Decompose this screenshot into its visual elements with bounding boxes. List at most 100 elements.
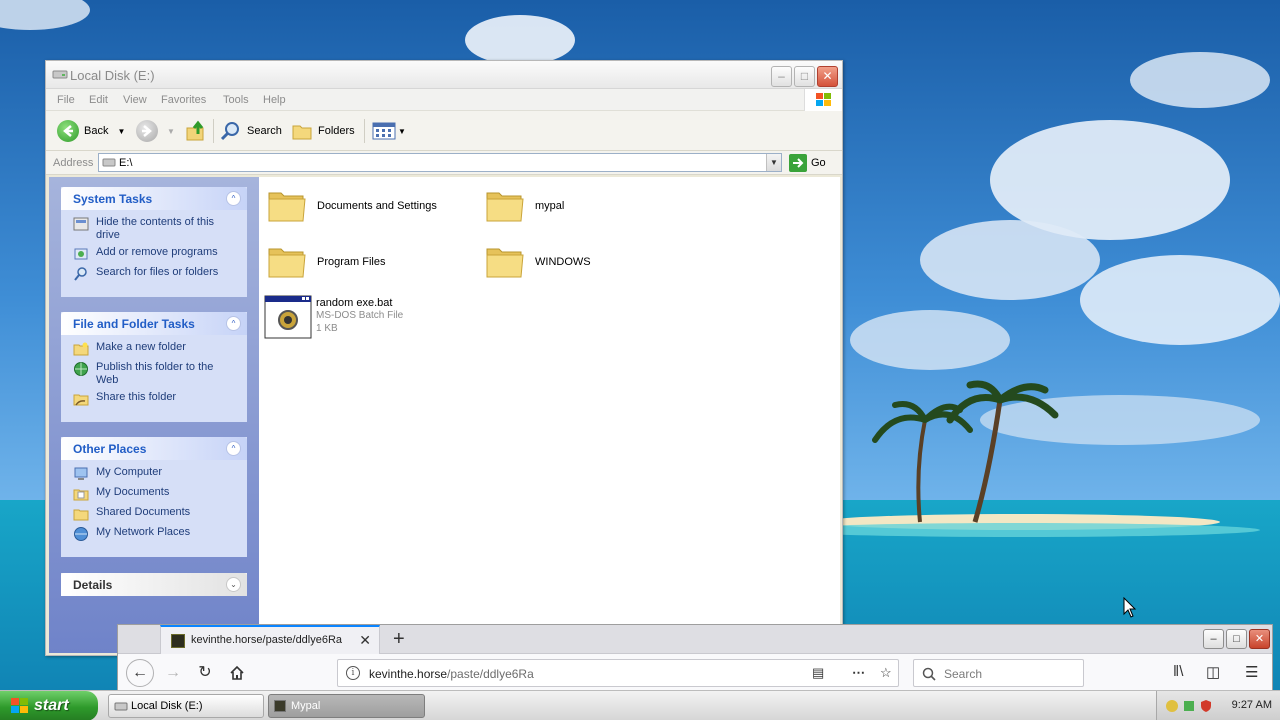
details-title: Details [73, 578, 113, 592]
file-item[interactable]: random exe.bat MS-DOS Batch File 1 KB [264, 295, 403, 339]
collapse-chevron-icon[interactable]: ^ [226, 316, 241, 331]
explorer-titlebar[interactable]: Local Disk (E:) – □ ✕ [46, 61, 842, 89]
up-folder-button[interactable] [185, 119, 207, 143]
folder-item[interactable]: Documents and Settings [267, 187, 437, 225]
my-documents-icon [73, 489, 89, 501]
folder-item[interactable]: Program Files [267, 243, 385, 281]
go-button[interactable]: Go [789, 154, 826, 172]
views-button[interactable]: ▼ [372, 119, 406, 143]
folder-icon [486, 248, 524, 278]
site-info-icon[interactable]: i [346, 666, 360, 680]
back-button[interactable]: Back ▼ [57, 119, 125, 143]
menu-view[interactable]: View [123, 94, 147, 106]
go-label: Go [811, 157, 826, 169]
task-pane: System Tasks ^ Hide the contents of this… [49, 177, 259, 653]
reader-view-icon[interactable]: ▤ [812, 665, 824, 681]
batch-file-icon [264, 295, 312, 339]
start-label: start [34, 697, 69, 714]
folder-item[interactable]: WINDOWS [485, 243, 591, 281]
details-header[interactable]: Details ⌄ [61, 573, 247, 596]
forward-dropdown-icon: ▼ [167, 126, 175, 136]
task-share-folder[interactable]: Share this folder [73, 391, 239, 407]
new-tab-button[interactable]: + [393, 628, 405, 651]
security-shield-icon[interactable] [1199, 699, 1213, 713]
forward-button[interactable]: → [161, 661, 185, 685]
task-hide-drive-contents[interactable]: Hide the contents of this drive [73, 216, 239, 242]
tab-close-icon[interactable]: ✕ [359, 632, 371, 649]
search-input[interactable]: Search [913, 659, 1084, 687]
menu-edit[interactable]: Edit [89, 94, 108, 106]
menu-file[interactable]: File [57, 94, 75, 106]
menu-help[interactable]: Help [263, 94, 286, 106]
search-icon [74, 267, 87, 281]
taskbar-button-explorer[interactable]: Local Disk (E:) [108, 694, 264, 718]
menu-favorites[interactable]: Favorites [161, 94, 206, 106]
drive-icon [52, 70, 68, 79]
place-my-network-places[interactable]: My Network Places [73, 526, 239, 542]
nav-toolbar: ← → ↻ i kevinthe.horse/paste/ddlye6Ra ▤ … [118, 654, 1272, 691]
place-my-documents[interactable]: My Documents [73, 486, 239, 502]
item-name: WINDOWS [535, 256, 591, 268]
reload-button[interactable]: ↻ [193, 661, 217, 685]
other-places-header[interactable]: Other Places ^ [61, 437, 247, 460]
page-actions-icon[interactable]: ⋯ [852, 665, 865, 681]
task-make-new-folder[interactable]: Make a new folder [73, 341, 239, 357]
home-icon [230, 665, 244, 680]
share-folder-icon [73, 394, 89, 406]
place-my-computer[interactable]: My Computer [73, 466, 239, 482]
url-host: kevinthe.horse [369, 667, 448, 681]
file-folder-tasks-title: File and Folder Tasks [73, 317, 195, 331]
bookmark-star-icon[interactable]: ☆ [880, 665, 892, 681]
search-button[interactable]: Search [220, 119, 282, 143]
folders-button[interactable]: Folders [291, 119, 355, 143]
folder-item[interactable]: mypal [485, 187, 564, 225]
back-button[interactable]: ← [126, 659, 154, 687]
back-arrow-icon [57, 120, 79, 142]
taskbar: start Local Disk (E:) Mypal 9:27 AM [0, 690, 1280, 720]
address-dropdown-icon[interactable]: ▼ [766, 154, 781, 171]
task-label: Shared Documents [96, 506, 191, 518]
hamburger-menu-icon[interactable]: ☰ [1245, 663, 1258, 681]
home-button[interactable] [225, 661, 249, 685]
hide-contents-icon [73, 217, 89, 231]
add-remove-programs-icon [74, 248, 88, 260]
system-tasks-title: System Tasks [73, 192, 153, 206]
taskbar-button-mypal[interactable]: Mypal [268, 694, 425, 718]
other-places-panel: Other Places ^ My Computer My Documents … [61, 437, 247, 557]
collapse-chevron-icon[interactable]: ^ [226, 191, 241, 206]
folder-icon [268, 192, 306, 222]
address-input[interactable]: E:\ ▼ [98, 153, 782, 172]
browser-maximize-button[interactable]: □ [1226, 629, 1247, 649]
browser-minimize-button[interactable]: – [1203, 629, 1224, 649]
menu-tools[interactable]: Tools [223, 94, 249, 106]
views-dropdown-icon: ▼ [398, 126, 406, 136]
url-bar[interactable]: i kevinthe.horse/paste/ddlye6Ra ▤ ⋯ ☆ [337, 659, 899, 687]
library-icon[interactable]: ‖\ [1173, 663, 1183, 680]
folder-icon [268, 248, 306, 278]
forward-button[interactable]: ▼ [136, 119, 175, 143]
collapse-chevron-icon[interactable]: ^ [226, 441, 241, 456]
minimize-button[interactable]: – [771, 66, 792, 87]
sidebar-icon[interactable]: ◫ [1206, 663, 1220, 681]
back-dropdown-icon[interactable]: ▼ [117, 127, 125, 136]
place-shared-documents[interactable]: Shared Documents [73, 506, 239, 522]
expand-chevron-icon[interactable]: ⌄ [226, 577, 241, 592]
windows-flag-icon [11, 698, 28, 713]
tray-network-icon[interactable] [1182, 699, 1196, 713]
network-places-icon [74, 527, 88, 541]
system-tasks-header[interactable]: System Tasks ^ [61, 187, 247, 210]
browser-close-button[interactable]: ✕ [1249, 629, 1270, 649]
task-search-files[interactable]: Search for files or folders [73, 266, 239, 282]
task-publish-to-web[interactable]: Publish this folder to the Web [73, 361, 239, 387]
file-folder-tasks-header[interactable]: File and Folder Tasks ^ [61, 312, 247, 335]
start-button[interactable]: start [0, 691, 98, 720]
url-text: kevinthe.horse/paste/ddlye6Ra [369, 667, 534, 681]
browser-tab[interactable]: kevinthe.horse/paste/ddlye6Ra ✕ [160, 625, 380, 654]
tab-strip: kevinthe.horse/paste/ddlye6Ra ✕ + – □ ✕ [118, 625, 1272, 654]
item-type: MS-DOS Batch File [316, 310, 404, 321]
maximize-button[interactable]: □ [794, 66, 815, 87]
tray-app-icon[interactable] [1165, 699, 1179, 713]
close-button[interactable]: ✕ [817, 66, 838, 87]
task-add-remove-programs[interactable]: Add or remove programs [73, 246, 239, 262]
task-label: Share this folder [96, 391, 177, 403]
